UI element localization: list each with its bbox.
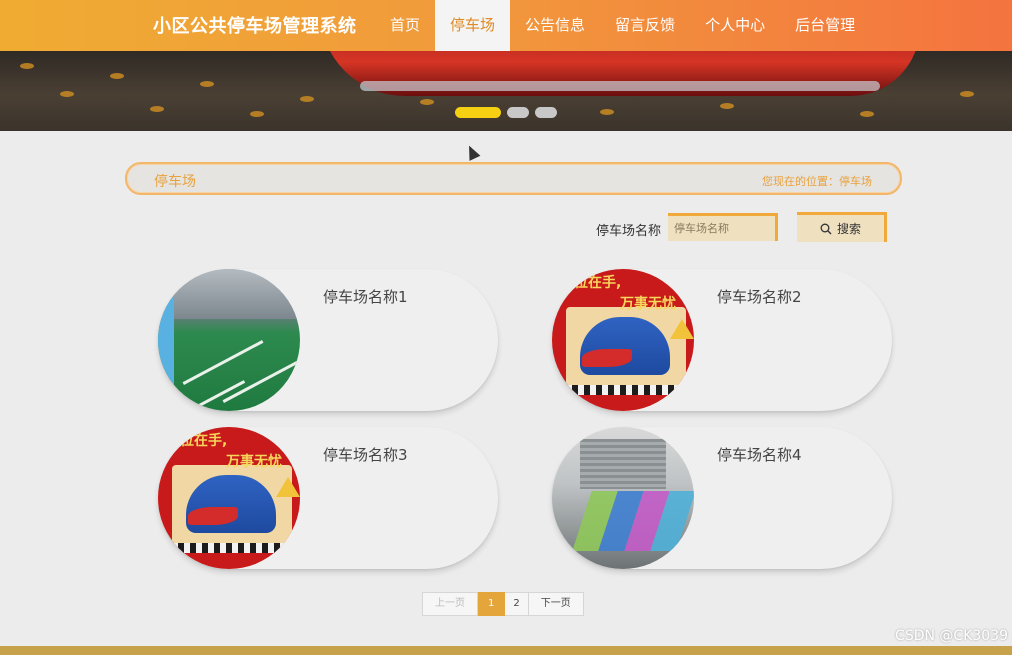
- next-page-button[interactable]: 下一页: [528, 592, 584, 616]
- leaf-decoration: [150, 106, 164, 112]
- parking-lot-image: [552, 427, 694, 569]
- leaf-decoration: [300, 96, 314, 102]
- leaf-decoration: [20, 63, 34, 69]
- nav-item-announcements[interactable]: 公告信息: [510, 0, 600, 51]
- nav-item-admin[interactable]: 后台管理: [780, 0, 870, 51]
- leaf-decoration: [420, 99, 434, 105]
- breadcrumb-bar: 停车场 您现在的位置：停车场: [125, 162, 902, 195]
- leaf-decoration: [60, 91, 74, 97]
- leaf-decoration: [110, 73, 124, 79]
- site-title: 小区公共停车场管理系统: [153, 16, 357, 37]
- top-header: 小区公共停车场管理系统 首页 停车场 公告信息 留言反馈 个人中心 后台管理: [0, 0, 1012, 51]
- watermark: CSDN @CK3039: [895, 628, 1008, 644]
- parking-lot-card[interactable]: 车位在手, 万事无忧 停车场名称3: [158, 427, 498, 569]
- banner-car-trim: [360, 81, 880, 91]
- leaf-decoration: [860, 111, 874, 117]
- footer-bar: [0, 646, 1012, 655]
- carousel-dot-3[interactable]: [535, 107, 557, 118]
- parking-lot-name: 停车场名称1: [323, 288, 408, 306]
- carousel-dot-1[interactable]: [455, 107, 501, 118]
- page-1-button[interactable]: 1: [478, 592, 506, 616]
- section-title: 停车场: [154, 174, 196, 190]
- search-label: 停车场名称: [596, 224, 662, 239]
- prev-page-button[interactable]: 上一页: [422, 592, 478, 616]
- nav-item-parking-lot[interactable]: 停车场: [435, 0, 511, 51]
- leaf-decoration: [200, 81, 214, 87]
- parking-lot-card[interactable]: 车位在手, 万事无忧 停车场名称2: [552, 269, 892, 411]
- parking-lot-image: [158, 269, 300, 411]
- carousel-indicators: [455, 107, 557, 118]
- search-input[interactable]: [668, 213, 778, 241]
- nav-item-home[interactable]: 首页: [375, 0, 435, 51]
- pagination: 上一页 1 2 下一页: [422, 592, 584, 616]
- nav-item-feedback[interactable]: 留言反馈: [600, 0, 690, 51]
- banner-carousel[interactable]: [0, 51, 1012, 131]
- parking-lot-name: 停车场名称3: [323, 446, 408, 464]
- main-nav: 首页 停车场 公告信息 留言反馈 个人中心 后台管理: [375, 0, 870, 51]
- search-button[interactable]: 搜索: [797, 212, 887, 242]
- leaf-decoration: [600, 109, 614, 115]
- breadcrumb-location: 您现在的位置：停车场: [762, 175, 872, 188]
- parking-lot-image: 车位在手, 万事无忧: [552, 269, 694, 411]
- parking-lot-card[interactable]: 停车场名称1: [158, 269, 498, 411]
- leaf-decoration: [250, 111, 264, 117]
- page-2-button[interactable]: 2: [505, 592, 529, 616]
- leaf-decoration: [960, 91, 974, 97]
- parking-lot-card[interactable]: 停车场名称4: [552, 427, 892, 569]
- parking-lot-name: 停车场名称2: [717, 288, 802, 306]
- nav-item-personal-center[interactable]: 个人中心: [690, 0, 780, 51]
- carousel-dot-2[interactable]: [507, 107, 529, 118]
- search-icon: [820, 223, 832, 234]
- parking-lot-image: 车位在手, 万事无忧: [158, 427, 300, 569]
- parking-lot-name: 停车场名称4: [717, 446, 802, 464]
- mouse-cursor-icon: [463, 143, 481, 161]
- search-button-label: 搜索: [836, 222, 861, 236]
- leaf-decoration: [720, 103, 734, 109]
